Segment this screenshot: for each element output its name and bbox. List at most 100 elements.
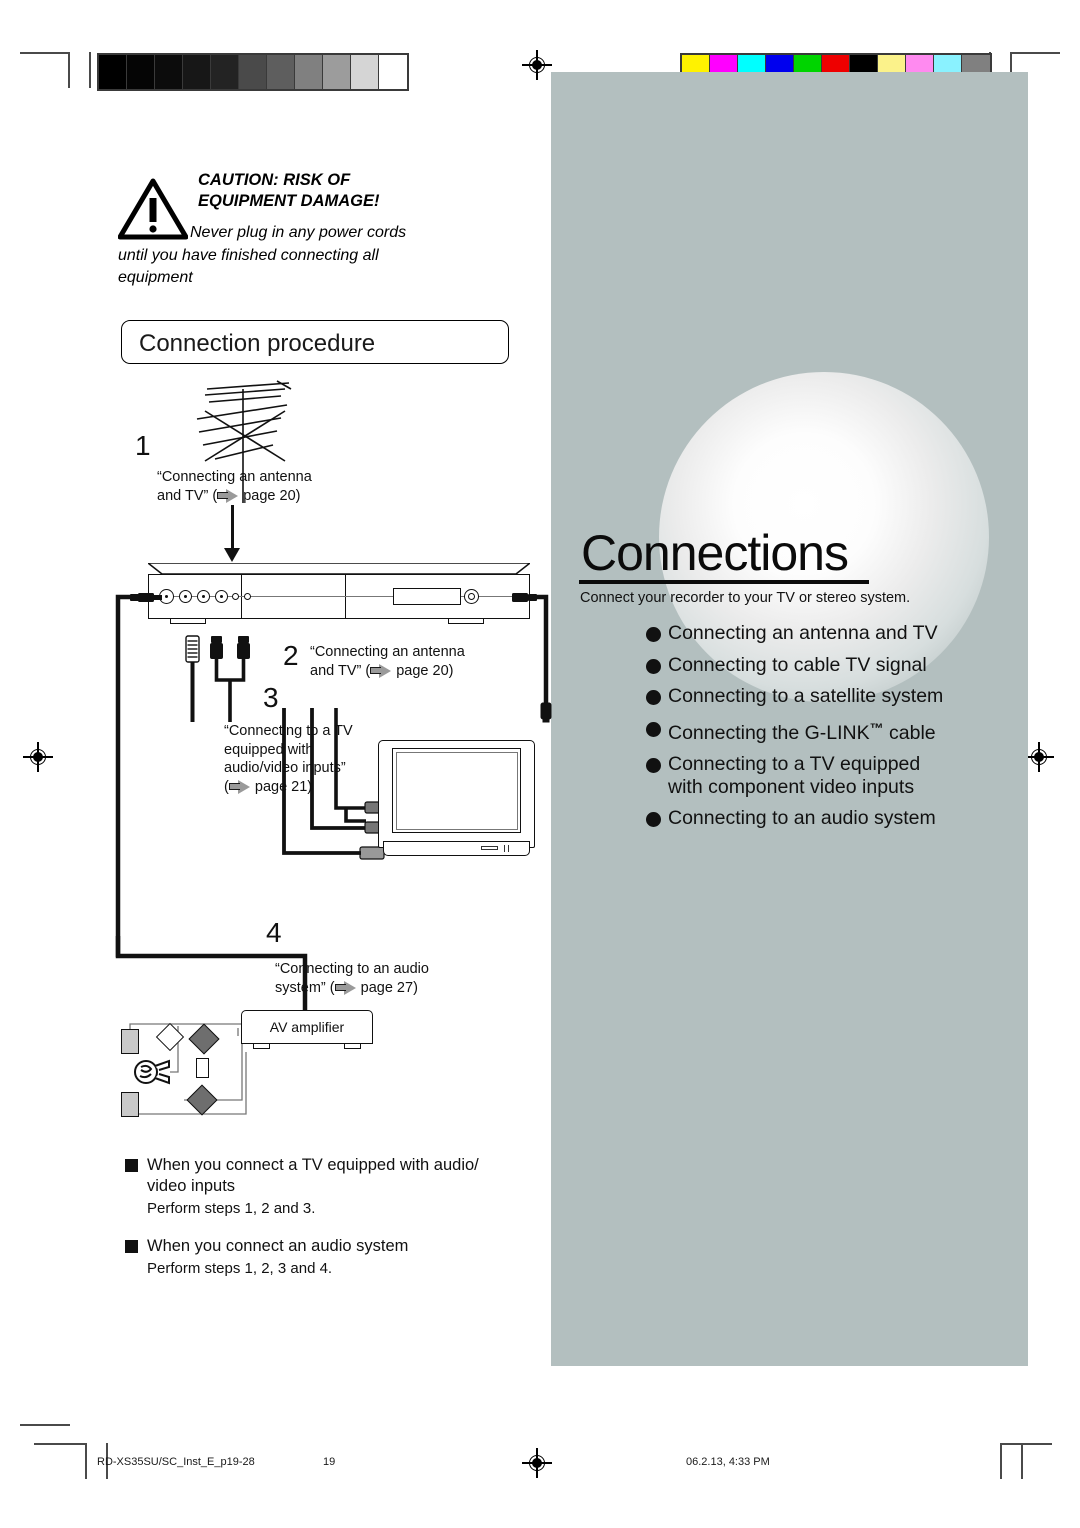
step1-page-ref: page 20 <box>243 487 296 504</box>
page-title: Connections <box>581 525 849 581</box>
step1-line2-pre: and TV” ( <box>157 487 218 504</box>
step-callout-2: “Connecting an antenna and TV” ( page 20… <box>310 643 510 680</box>
speaker-rear-left <box>121 1092 139 1117</box>
grayscale-patch <box>155 55 183 89</box>
bullet-icon <box>646 721 661 737</box>
list-item: Connecting to an audio system <box>646 807 1026 830</box>
grayscale-patch <box>267 55 295 89</box>
crop-mark-top-left-v <box>68 52 70 88</box>
topic-label-suffix: cable <box>889 721 936 744</box>
topic-label: Connecting to a TV equipped with componen… <box>668 753 920 799</box>
recorder-jack-6 <box>244 593 251 600</box>
bullet-icon <box>646 690 661 705</box>
bullet-icon <box>646 757 661 773</box>
crop-mark-top-right-h <box>1010 52 1060 54</box>
topic-label-line2: with component video inputs <box>668 775 915 798</box>
note-block: When you connect a TV equipped with audi… <box>125 1155 545 1219</box>
grayscale-patch <box>239 55 267 89</box>
right-cable-routing <box>512 593 552 723</box>
caution-body-line3: equipment <box>118 269 193 286</box>
recorder-tray <box>393 588 461 605</box>
crop-mark-bottom-left-v <box>85 1443 87 1479</box>
recorder-jack-5 <box>232 593 239 600</box>
caution-heading-line2: EQUIPMENT DAMAGE! <box>198 192 380 210</box>
caution-body: Never plug in any power cords until you … <box>118 222 538 290</box>
grayscale-patch <box>183 55 211 89</box>
crop-mark-bottom-left-h <box>20 1424 70 1426</box>
section-heading-label: Connection procedure <box>139 330 376 357</box>
av-amplifier-foot-left <box>253 1044 270 1049</box>
tv-control-panel <box>481 846 498 850</box>
tv-vent <box>504 845 506 852</box>
footer-filename: RD-XS35SU/SC_Inst_E_p19-28 <box>97 1456 255 1468</box>
step-number-2: 2 <box>283 640 299 671</box>
topic-label-main: Connecting the G-LINK <box>668 721 870 744</box>
note-body: Perform steps 1, 2 and 3. <box>147 1200 316 1217</box>
note2-heading-l1: When you connect an audio system <box>147 1237 409 1255</box>
grayscale-patch <box>127 55 155 89</box>
crop-mark-top-left-h <box>20 52 70 54</box>
step4-page-ref: page 27 <box>360 979 414 996</box>
recorder-foot-right <box>448 619 484 624</box>
bullet-icon <box>646 627 661 642</box>
note1-heading-l2: video inputs <box>147 1177 236 1195</box>
av-amplifier-label: AV amplifier <box>269 1019 345 1035</box>
grayscale-patch <box>379 55 407 89</box>
section-heading-box: Connection procedure <box>121 320 509 364</box>
title-underline <box>579 580 869 584</box>
grayscale-patch <box>295 55 323 89</box>
caution-body-line2: until you have finished connecting all <box>118 246 379 264</box>
caution-body-line1: Never plug in any power cords <box>190 224 407 241</box>
square-bullet-icon <box>125 1240 138 1253</box>
crop-mark-top-left-v2 <box>89 52 91 88</box>
crop-mark-bottom-right-v2 <box>1021 1443 1023 1479</box>
step2-line2-post: ) <box>448 662 454 679</box>
page-arrow-icon <box>217 488 239 503</box>
speaker-surround <box>196 1058 209 1078</box>
note-heading: When you connect a TV equipped with audi… <box>147 1155 479 1197</box>
note1-heading-l1: When you connect a TV equipped with audi… <box>147 1156 479 1174</box>
caution-heading-line1: CAUTION: RISK OF <box>198 171 351 189</box>
topic-label: Connecting an antenna and TV <box>668 622 938 644</box>
step-callout-1: “Connecting an antenna and TV” ( page 20… <box>157 468 357 505</box>
list-item: Connecting an antenna and TV <box>646 622 1026 645</box>
bullet-icon <box>646 658 661 674</box>
step2-page-ref: page 20 <box>396 662 449 679</box>
av-amplifier-foot-right <box>344 1044 361 1049</box>
topic-label: Connecting to cable TV signal <box>668 653 927 676</box>
note-block: When you connect an audio system Perform… <box>125 1236 545 1279</box>
bullet-icon <box>646 812 661 828</box>
topic-label: Connecting to an audio system <box>668 807 936 830</box>
square-bullet-icon <box>125 1159 138 1172</box>
chapter-topic-list: Connecting an antenna and TV Connecting … <box>646 622 1026 839</box>
audio-cable-to-amp <box>115 936 308 1012</box>
recorder-coax-jack-inner <box>468 593 475 600</box>
chapter-title-panel: Connections Connect your recorder to you… <box>551 72 1028 1366</box>
registration-mark-top <box>522 50 552 80</box>
grayscale-patch <box>211 55 239 89</box>
crop-mark-bottom-left-h2 <box>34 1443 86 1445</box>
usage-notes: When you connect a TV equipped with audi… <box>125 1155 545 1296</box>
footer-timestamp: 06.2.13, 4:33 PM <box>686 1456 770 1468</box>
trademark-icon: ™ <box>869 719 884 736</box>
crop-mark-bottom-right-h <box>1000 1443 1052 1445</box>
recorder-foot-left <box>170 619 206 624</box>
page-arrow-icon <box>370 663 392 678</box>
av-amplifier-illustration: AV amplifier <box>241 1010 373 1050</box>
panel-subtitle: Connect your recorder to your TV or ster… <box>580 590 911 606</box>
recorder-jack-4 <box>215 590 228 603</box>
speaker-layout-diagram <box>118 1012 258 1127</box>
left-cable-routing <box>115 593 162 957</box>
registration-mark-left <box>23 742 53 772</box>
list-item: Connecting the G-LINK™ cable <box>646 717 1026 745</box>
topic-label: Connecting the G-LINK™ cable <box>668 717 936 745</box>
step-number-1: 1 <box>135 430 151 461</box>
registration-mark-bottom <box>522 1448 552 1478</box>
crop-mark-bottom-right-v <box>1000 1443 1002 1479</box>
grayscale-patch <box>323 55 351 89</box>
topic-label-line1: Connecting to a TV equipped <box>668 752 921 775</box>
grayscale-patch <box>99 55 127 89</box>
flow-arrow-head <box>224 548 240 562</box>
speaker-front-left <box>121 1029 139 1054</box>
topic-label: Connecting to a satellite system <box>668 685 944 707</box>
